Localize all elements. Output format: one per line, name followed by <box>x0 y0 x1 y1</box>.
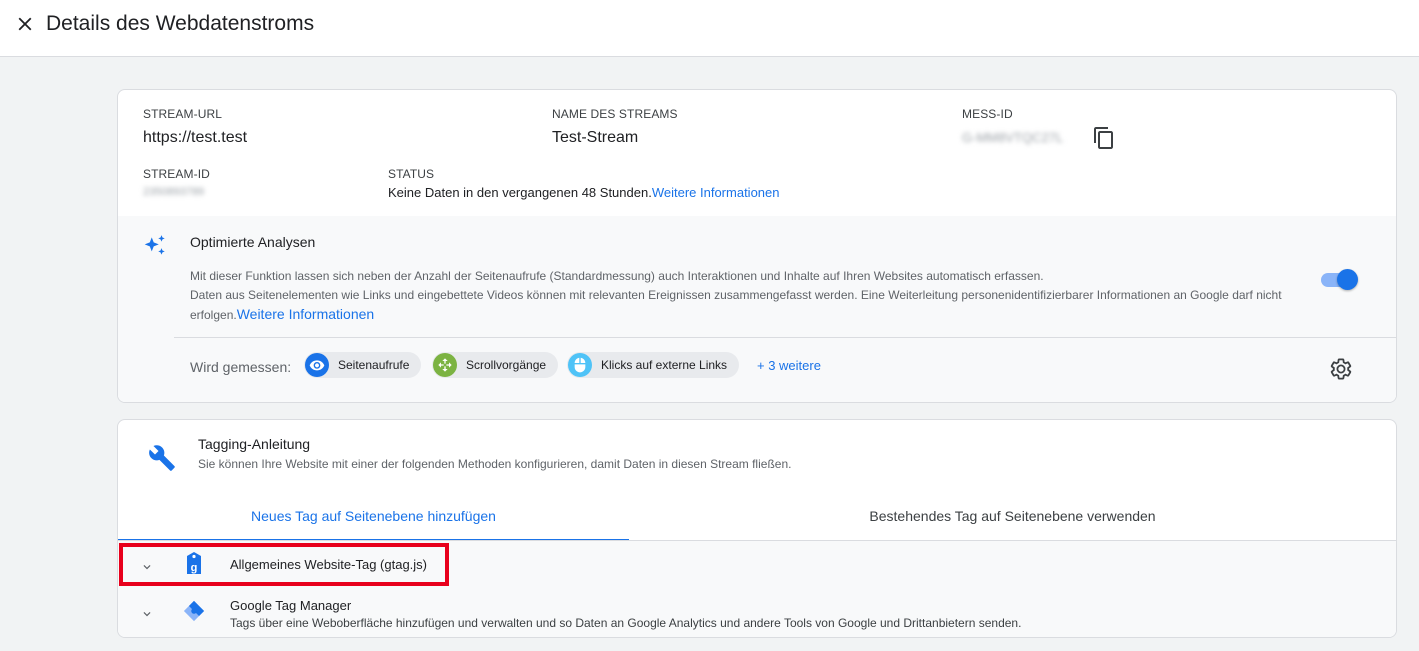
tab-new-page-tag[interactable]: Neues Tag auf Seitenebene hinzufügen <box>118 490 629 541</box>
svg-text:g: g <box>191 562 198 574</box>
mess-id-value: G-MM8VTQC27L <box>962 130 1064 145</box>
mouse-icon <box>568 353 592 377</box>
copy-icon[interactable] <box>1092 126 1116 150</box>
mess-id-label: MESS-ID <box>962 107 1013 121</box>
list-item-gtm[interactable]: Google Tag Manager Tags über eine Webobe… <box>118 589 1396 637</box>
gtm-title: Google Tag Manager <box>230 598 352 613</box>
measured-label: Wird gemessen: <box>190 359 292 375</box>
wrench-icon <box>149 445 175 471</box>
scroll-icon <box>433 353 457 377</box>
chip-label: Seitenaufrufe <box>338 358 410 372</box>
description-line-2: Daten aus Seitenelementen wie Links und … <box>190 288 1282 302</box>
status-more-info-link[interactable]: Weitere Informationen <box>652 185 780 200</box>
close-icon[interactable] <box>14 13 36 35</box>
gtag-title: Allgemeines Website-Tag (gtag.js) <box>230 557 428 572</box>
chip-scrolls[interactable]: Scrollvorgänge <box>432 352 559 378</box>
gear-icon[interactable] <box>1329 357 1353 381</box>
enhanced-measurement-section: Optimierte Analysen Mit dieser Funktion … <box>118 216 1396 402</box>
chevron-down-icon[interactable] <box>140 560 154 574</box>
stream-id-value: 2350893789 <box>143 186 205 198</box>
stream-details-card: STREAM-URL https://test.test NAME DES ST… <box>117 89 1397 403</box>
tagging-subtitle: Sie können Ihre Website mit einer der fo… <box>198 457 792 471</box>
gtm-icon <box>183 600 205 622</box>
gtm-subtitle: Tags über eine Weboberfläche hinzufügen … <box>230 616 1022 630</box>
divider <box>174 337 1396 338</box>
chip-outbound-clicks[interactable]: Klicks auf externe Links <box>567 352 740 378</box>
status-label: STATUS <box>388 167 435 181</box>
stream-id-label: STREAM-ID <box>143 167 210 181</box>
chip-page-views[interactable]: Seitenaufrufe <box>304 352 422 378</box>
description-line-1: Mit dieser Funktion lassen sich neben de… <box>190 269 1044 283</box>
tab-existing-page-tag[interactable]: Bestehendes Tag auf Seitenebene verwende… <box>629 490 1396 541</box>
enhanced-measurement-title: Optimierte Analysen <box>190 234 316 250</box>
gtag-icon: g <box>187 552 201 574</box>
stream-url-value: https://test.test <box>143 129 248 146</box>
top-bar: Details des Webdatenstroms <box>0 0 1419 57</box>
description-line-3: erfolgen. <box>190 308 237 322</box>
enhanced-measurement-toggle[interactable] <box>1319 268 1359 292</box>
tagging-instructions-card: Tagging-Anleitung Sie können Ihre Websit… <box>117 419 1397 638</box>
page-title: Details des Webdatenstroms <box>46 12 315 35</box>
sparkle-icon <box>144 235 165 255</box>
eye-icon <box>305 353 329 377</box>
toggle-knob <box>1337 269 1358 290</box>
chip-label: Scrollvorgänge <box>466 358 547 372</box>
enhanced-more-info-link[interactable]: Weitere Informationen <box>237 306 374 322</box>
chip-label: Klicks auf externe Links <box>601 358 728 372</box>
stream-name-label: NAME DES STREAMS <box>552 107 678 121</box>
tag-method-list: g Allgemeines Website-Tag (gtag.js) Goog… <box>118 541 1396 637</box>
enhanced-measurement-description: Mit dieser Funktion lassen sich neben de… <box>190 267 1325 325</box>
chevron-down-icon[interactable] <box>140 607 154 621</box>
status-text: Keine Daten in den vergangenen 48 Stunde… <box>388 185 652 200</box>
status-value: Keine Daten in den vergangenen 48 Stunde… <box>388 185 780 200</box>
tagging-title: Tagging-Anleitung <box>198 436 311 452</box>
stream-url-label: STREAM-URL <box>143 107 223 121</box>
list-item-gtag[interactable]: g Allgemeines Website-Tag (gtag.js) <box>118 541 1396 589</box>
stream-name-value: Test-Stream <box>552 129 639 146</box>
more-events-link[interactable]: + 3 weitere <box>757 358 821 373</box>
